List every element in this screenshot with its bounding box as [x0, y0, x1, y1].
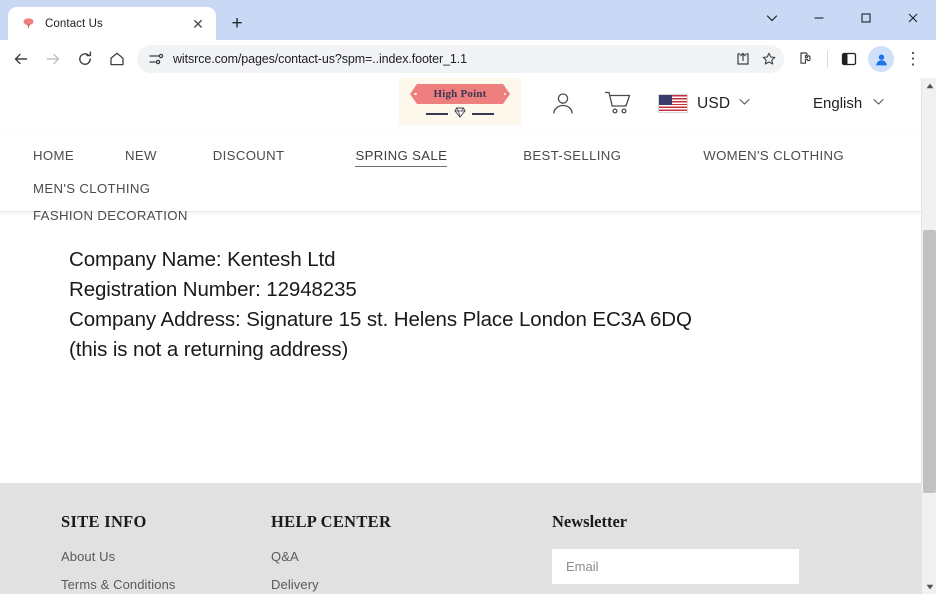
window-controls	[748, 0, 936, 36]
tab-strip: Contact Us ✕ +	[0, 0, 936, 40]
nav-item-best-selling[interactable]: BEST-SELLING	[523, 134, 621, 166]
header-icon-group	[550, 90, 632, 116]
footer-columns: SITE INFO About Us Terms & Conditions HE…	[0, 512, 921, 594]
registration-number-line: Registration Number: 12948235	[69, 275, 921, 305]
scrollbar-thumb[interactable]	[923, 230, 936, 493]
close-icon[interactable]	[889, 0, 936, 36]
logo-underline-group	[426, 107, 494, 121]
footer-heading-site-info: SITE INFO	[61, 512, 271, 532]
nav-item-new[interactable]: NEW	[125, 134, 157, 166]
language-selector[interactable]: English	[813, 95, 884, 112]
newsletter-email-placeholder: Email	[566, 559, 599, 574]
tab-title: Contact Us	[45, 18, 180, 30]
maximize-icon[interactable]	[842, 0, 889, 36]
currency-label: USD	[697, 95, 730, 113]
nav-item-spring-sale[interactable]: SPRING SALE	[355, 134, 447, 167]
extensions-puzzle-icon[interactable]	[791, 44, 821, 74]
nav-row: HOME NEW DISCOUNT SPRING SALE BEST-SELLING WO…	[33, 134, 921, 226]
site-logo[interactable]: High Point	[399, 78, 521, 125]
tune-icon[interactable]	[147, 50, 165, 68]
browser-tab[interactable]: Contact Us ✕	[8, 7, 216, 40]
logo-text: High Point	[433, 88, 486, 100]
profile-icon[interactable]	[868, 46, 894, 72]
footer-link-qa[interactable]: Q&A	[271, 549, 552, 564]
diamond-icon	[454, 107, 466, 121]
url-text: witsrce.com/pages/contact-us?spm=..index…	[173, 52, 726, 66]
footer-link-delivery[interactable]: Delivery	[271, 577, 552, 592]
scroll-up-arrow-icon[interactable]	[922, 78, 936, 93]
toolbar-divider	[827, 51, 828, 68]
footer-column-newsletter: Newsletter Email	[552, 512, 882, 594]
footer-link-about-us[interactable]: About Us	[61, 549, 271, 564]
home-icon[interactable]	[102, 44, 132, 74]
site-navigation: HOME NEW DISCOUNT SPRING SALE BEST-SELLING WO…	[0, 134, 921, 212]
footer-link-terms[interactable]: Terms & Conditions	[61, 577, 271, 592]
scroll-down-arrow-icon[interactable]	[922, 579, 936, 594]
tab-close-icon[interactable]: ✕	[189, 15, 207, 33]
logo-bar-right	[472, 113, 494, 115]
cart-icon[interactable]	[604, 90, 632, 116]
back-icon[interactable]	[6, 44, 36, 74]
site-favicon	[21, 16, 36, 31]
forward-icon[interactable]	[38, 44, 68, 74]
footer-column-help-center: HELP CENTER Q&A Delivery	[271, 512, 552, 594]
account-icon[interactable]	[550, 90, 576, 116]
nav-item-women-s-clothing[interactable]: WOMEN'S CLOTHING	[703, 134, 844, 166]
footer-column-site-info: SITE INFO About Us Terms & Conditions	[0, 512, 271, 594]
company-name-line: Company Name: Kentesh Ltd	[69, 245, 921, 275]
currency-selector[interactable]: USD	[658, 94, 750, 113]
logo-banner: High Point	[410, 84, 510, 104]
logo-bar-left	[426, 113, 448, 115]
address-bar[interactable]: witsrce.com/pages/contact-us?spm=..index…	[137, 45, 784, 73]
browser-toolbar: witsrce.com/pages/contact-us?spm=..index…	[0, 40, 936, 78]
web-page: High Point	[0, 78, 921, 594]
footer-heading-newsletter: Newsletter	[552, 512, 882, 532]
site-header: High Point	[0, 78, 921, 134]
page-scrollbar[interactable]	[921, 78, 936, 594]
logo-dot-left	[414, 93, 417, 96]
company-address-line: Company Address: Signature 15 st. Helens…	[69, 305, 921, 335]
nav-item-home[interactable]: HOME	[33, 134, 74, 166]
logo-dot-right	[504, 93, 507, 96]
tab-search-icon[interactable]	[748, 0, 795, 36]
address-note-line: (this is not a returning address)	[69, 335, 921, 365]
us-flag-icon	[658, 94, 688, 113]
reload-icon[interactable]	[70, 44, 100, 74]
nav-item-fashion-decoration[interactable]: FASHION DECORATION	[33, 199, 921, 226]
share-icon[interactable]	[734, 50, 752, 68]
chevron-down-icon	[739, 98, 750, 109]
side-panel-icon[interactable]	[834, 44, 864, 74]
page-content: Company Name: Kentesh Ltd Registration N…	[0, 212, 921, 485]
language-label: English	[813, 95, 862, 112]
nav-item-men-s-clothing[interactable]: MEN'S CLOTHING	[33, 167, 150, 199]
browser-window: Contact Us ✕ +	[0, 0, 936, 594]
minimize-icon[interactable]	[795, 0, 842, 36]
chevron-down-icon	[873, 98, 884, 109]
browser-menu-icon[interactable]: ⋮	[898, 44, 928, 74]
footer-heading-help-center: HELP CENTER	[271, 512, 552, 532]
site-footer: SITE INFO About Us Terms & Conditions HE…	[0, 483, 921, 594]
nav-item-discount[interactable]: DISCOUNT	[213, 134, 285, 166]
page-viewport: High Point	[0, 78, 936, 594]
bookmark-star-icon[interactable]	[760, 50, 778, 68]
new-tab-button[interactable]: +	[223, 9, 251, 37]
newsletter-email-input[interactable]: Email	[552, 549, 799, 584]
